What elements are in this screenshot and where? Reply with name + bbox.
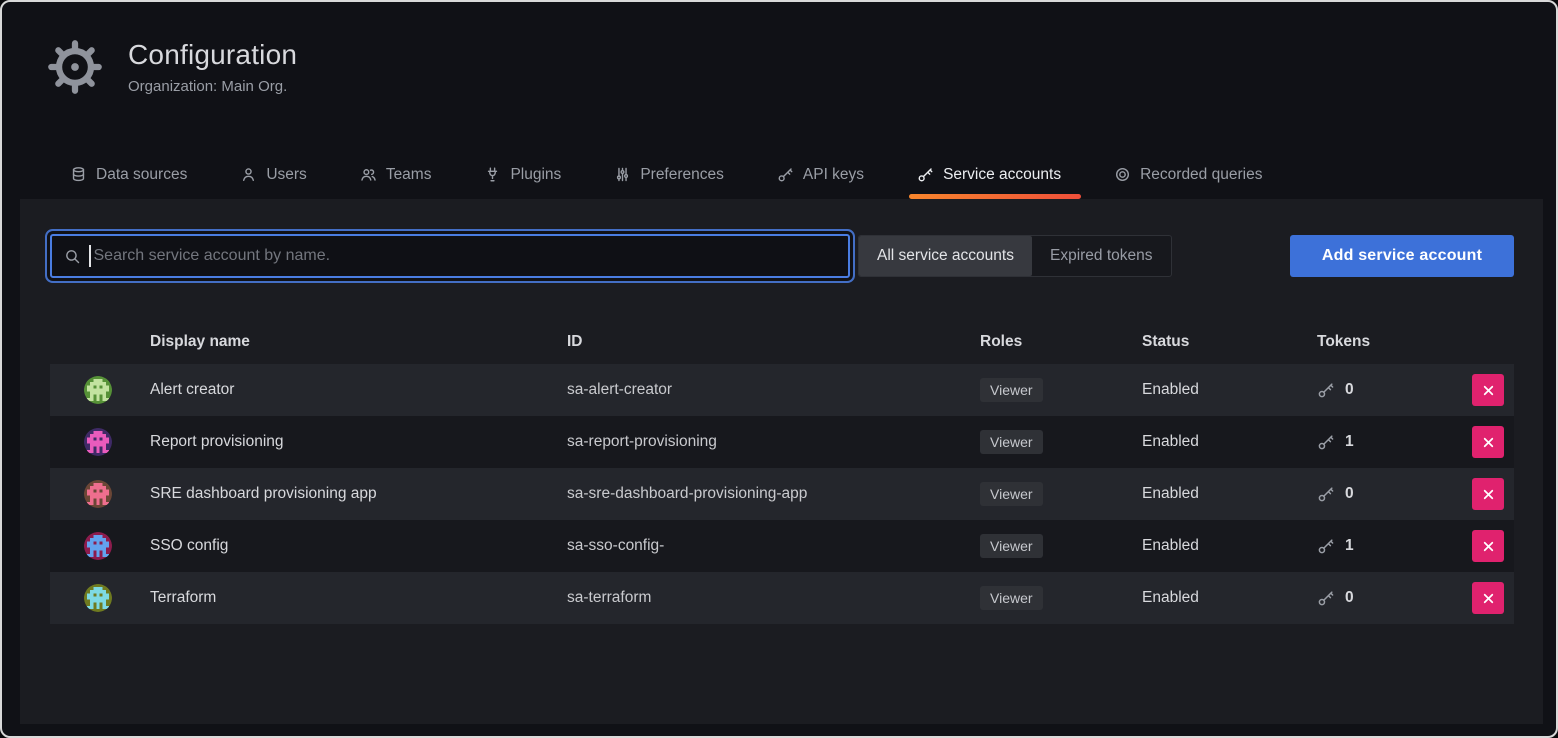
status-cell: Enabled [1142,433,1317,451]
avatar [84,428,112,456]
id-cell: sa-alert-creator [567,381,980,399]
delete-service-account-button[interactable] [1472,582,1504,614]
tab-label: Plugins [510,166,561,184]
user-icon [240,166,257,183]
table-header-row: Display name ID Roles Status Tokens [50,320,1514,364]
delete-service-account-button[interactable] [1472,374,1504,406]
config-tab-bar: Data sources Users Teams Plugins Preferences… [68,150,1264,199]
token-count: 0 [1345,381,1354,399]
token-count: 0 [1345,589,1354,607]
table-row[interactable]: Report provisioning sa-report-provisioni… [50,416,1514,468]
table-row[interactable]: Terraform sa-terraform Viewer Enabled 0 [50,572,1514,624]
search-icon [64,248,81,265]
search-input[interactable] [92,246,837,266]
id-cell: sa-report-provisioning [567,433,980,451]
tab-label: Preferences [640,166,724,184]
tab-label: Users [266,166,306,184]
close-icon [1482,592,1495,605]
display-name-cell[interactable]: Terraform [150,589,567,607]
tab-label: Recorded queries [1140,166,1262,184]
avatar [84,480,112,508]
search-service-account-input[interactable] [50,234,850,278]
add-service-account-button[interactable]: Add service account [1290,235,1514,277]
filter-option-expired-tokens[interactable]: Expired tokens [1032,236,1171,276]
users-icon [360,166,377,183]
avatar [84,376,112,404]
column-header-status: Status [1142,333,1317,351]
close-icon [1482,488,1495,501]
gear-icon [46,38,104,96]
id-cell: sa-terraform [567,589,980,607]
key-icon [1317,485,1335,503]
display-name-cell[interactable]: SSO config [150,537,567,555]
tab-recorded-queries[interactable]: Recorded queries [1112,150,1264,199]
tab-label: Teams [386,166,432,184]
status-cell: Enabled [1142,589,1317,607]
avatar [84,532,112,560]
role-badge: Viewer [980,534,1043,558]
close-icon [1482,436,1495,449]
delete-service-account-button[interactable] [1472,478,1504,510]
column-header-roles: Roles [980,333,1142,351]
filter-option-all-service-accounts[interactable]: All service accounts [859,236,1032,276]
page-title: Configuration [128,40,297,71]
display-name-cell[interactable]: Report provisioning [150,433,567,451]
token-count: 0 [1345,485,1354,503]
tab-preferences[interactable]: Preferences [612,150,726,199]
avatar [84,584,112,612]
id-cell: sa-sre-dashboard-provisioning-app [567,485,980,503]
display-name-cell[interactable]: SRE dashboard provisioning app [150,485,567,503]
status-cell: Enabled [1142,381,1317,399]
table-row[interactable]: SSO config sa-sso-config- Viewer Enabled… [50,520,1514,572]
content-panel: All service accountsExpired tokens Add s… [20,199,1543,724]
status-cell: Enabled [1142,485,1317,503]
service-account-filter-toggle: All service accountsExpired tokens [858,235,1172,277]
role-badge: Viewer [980,430,1043,454]
display-name-cell[interactable]: Alert creator [150,381,567,399]
column-header-id: ID [567,333,980,351]
grafana-configuration-page: Configuration Organization: Main Org. Da… [0,0,1558,738]
status-cell: Enabled [1142,537,1317,555]
page-subtitle: Organization: Main Org. [128,78,297,95]
role-badge: Viewer [980,586,1043,610]
table-row[interactable]: SRE dashboard provisioning app sa-sre-da… [50,468,1514,520]
tab-users[interactable]: Users [238,150,308,199]
role-badge: Viewer [980,378,1043,402]
text-caret [89,245,91,267]
tab-label: Data sources [96,166,187,184]
key-icon [1317,433,1335,451]
sliders-icon [614,166,631,183]
database-icon [70,166,87,183]
plug-icon [484,166,501,183]
key-icon [777,166,794,183]
tab-label: Service accounts [943,166,1061,184]
tab-teams[interactable]: Teams [358,150,434,199]
key-icon [917,166,934,183]
column-header-display-name: Display name [150,333,567,351]
close-icon [1482,540,1495,553]
tab-label: API keys [803,166,864,184]
record-icon [1114,166,1131,183]
delete-service-account-button[interactable] [1472,530,1504,562]
service-accounts-table: Display name ID Roles Status Tokens Aler… [50,320,1514,624]
role-badge: Viewer [980,482,1043,506]
page-header: Configuration Organization: Main Org. [46,38,297,96]
close-icon [1482,384,1495,397]
delete-service-account-button[interactable] [1472,426,1504,458]
tab-service-accounts[interactable]: Service accounts [915,150,1063,199]
token-count: 1 [1345,537,1354,555]
table-row[interactable]: Alert creator sa-alert-creator Viewer En… [50,364,1514,416]
key-icon [1317,381,1335,399]
tab-api-keys[interactable]: API keys [775,150,866,199]
column-header-tokens: Tokens [1317,333,1442,351]
id-cell: sa-sso-config- [567,537,980,555]
tab-plugins[interactable]: Plugins [482,150,563,199]
tab-data-sources[interactable]: Data sources [68,150,189,199]
token-count: 1 [1345,433,1354,451]
key-icon [1317,537,1335,555]
key-icon [1317,589,1335,607]
